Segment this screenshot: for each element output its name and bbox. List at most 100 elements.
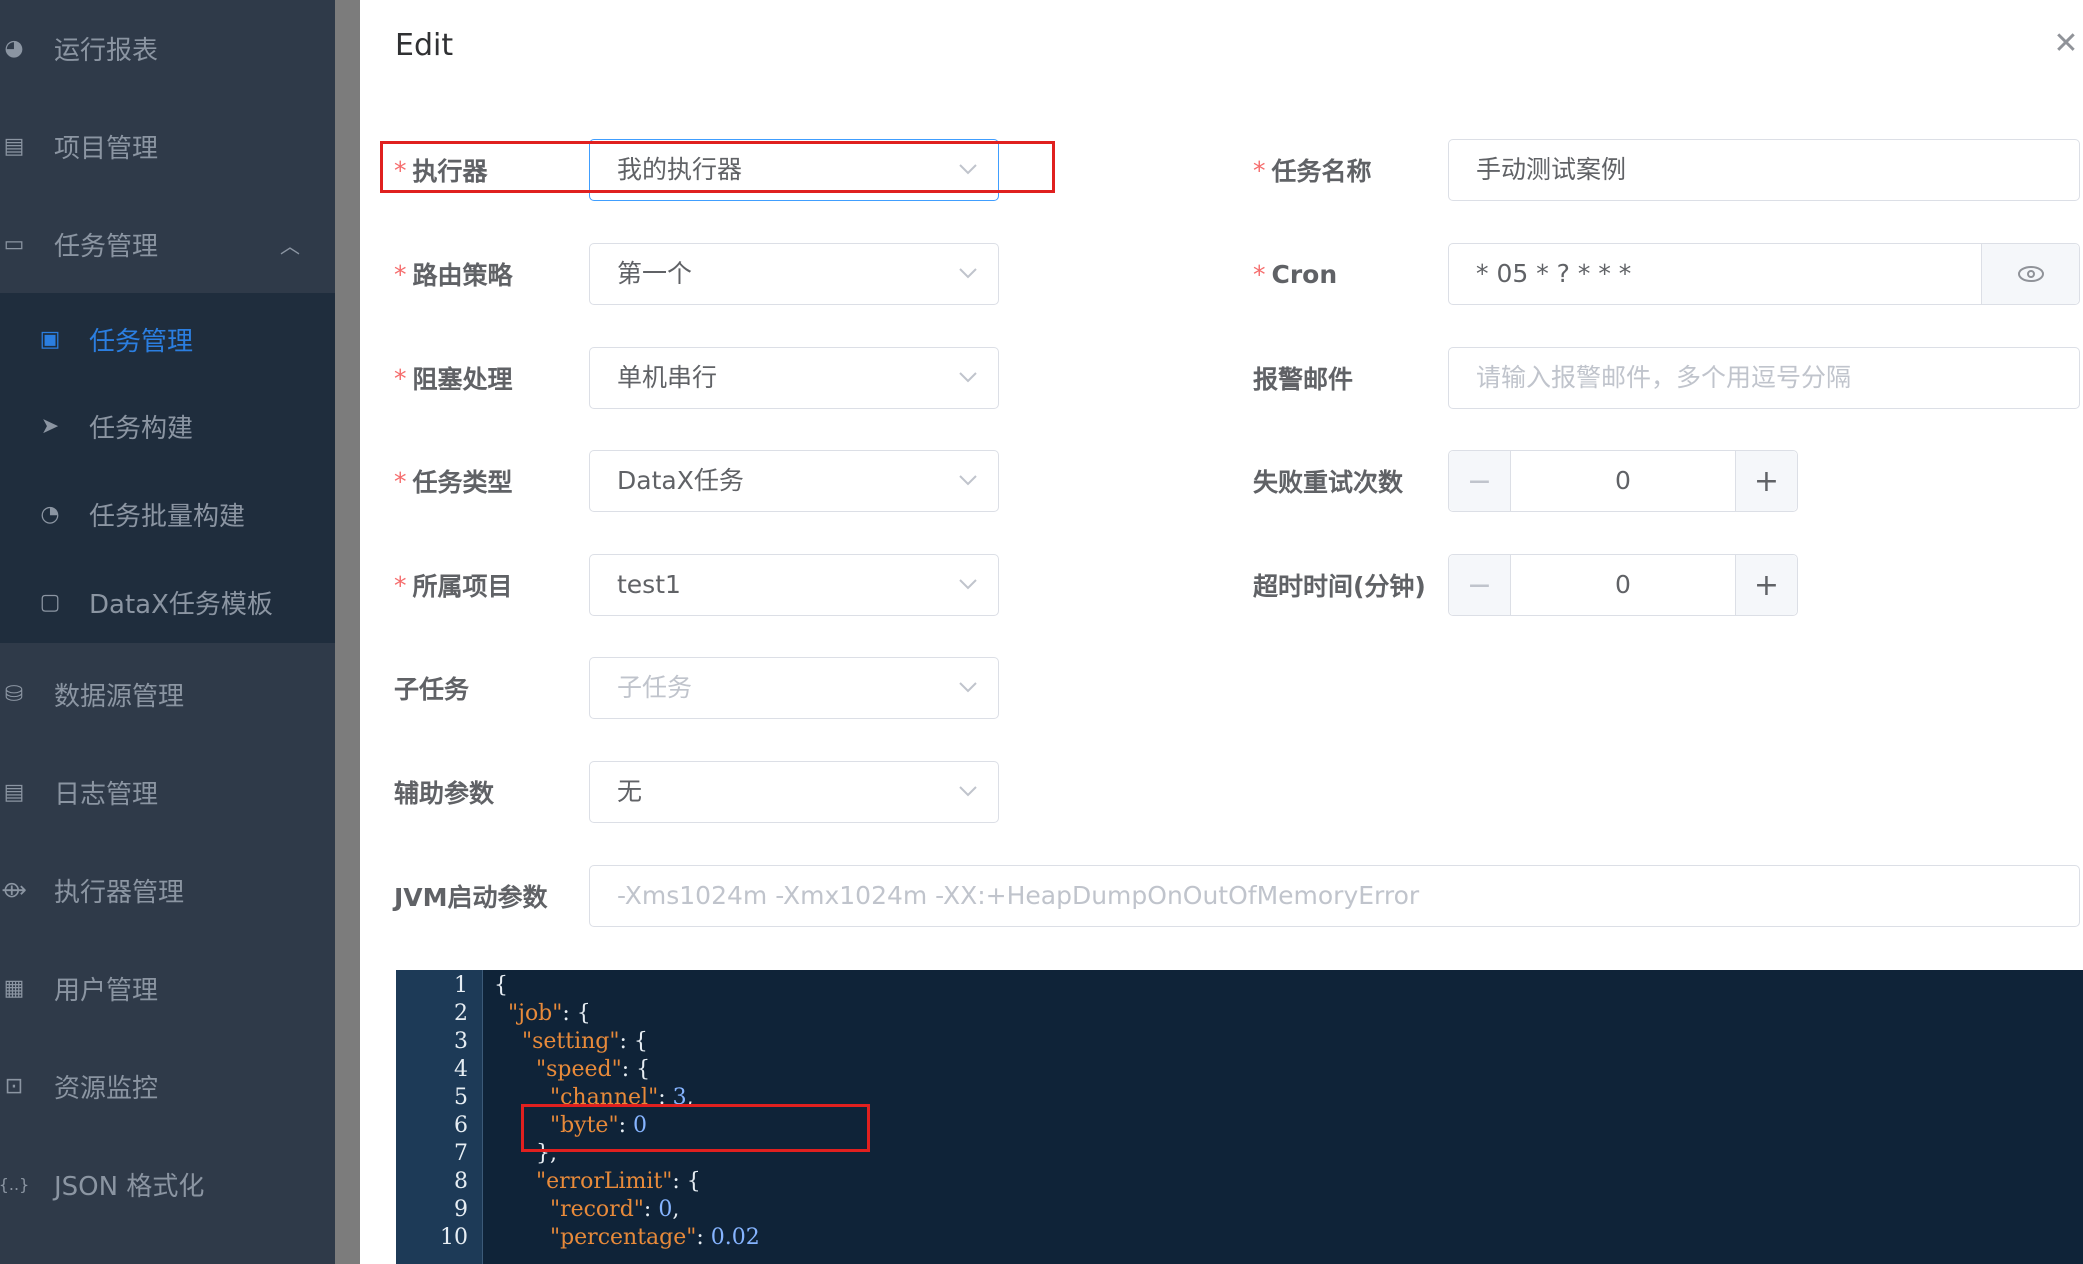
submenu-item-batch-build[interactable]: ◔ 任务批量构建 bbox=[0, 484, 335, 544]
project-select[interactable]: test1 bbox=[589, 554, 999, 616]
line-number: 7 bbox=[454, 1141, 468, 1166]
table-icon: ▦ bbox=[3, 975, 25, 1001]
task-name-input[interactable]: 手动测试案例 bbox=[1448, 139, 2080, 201]
alarm-email-label: 报警邮件 bbox=[1253, 365, 1354, 394]
jvm-params-placeholder: -Xms1024m -Xmx1024m -XX:+HeapDumpOnOutOf… bbox=[617, 881, 1420, 910]
retry-count-label: 失败重试次数 bbox=[1253, 468, 1404, 497]
line-number: 8 bbox=[454, 1169, 468, 1194]
code-line: "setting": { bbox=[494, 1028, 648, 1056]
json-icon: {..} bbox=[0, 1174, 30, 1194]
line-number: 10 bbox=[440, 1225, 468, 1250]
increment-button[interactable]: + bbox=[1735, 555, 1797, 615]
block-select[interactable]: 单机串行 bbox=[589, 347, 999, 409]
route-label-text: 路由策略 bbox=[412, 261, 513, 290]
sidebar-item-executors[interactable]: ⟴ 执行器管理 bbox=[0, 860, 335, 920]
block-value: 单机串行 bbox=[617, 363, 718, 392]
json-punct: : { bbox=[672, 1169, 701, 1194]
json-key: "record" bbox=[549, 1197, 644, 1222]
code-line: "errorLimit": { bbox=[494, 1168, 701, 1196]
json-key: "speed" bbox=[535, 1057, 622, 1082]
line-number: 9 bbox=[454, 1197, 468, 1222]
type-label-text: 任务类型 bbox=[412, 468, 513, 497]
retry-count-stepper[interactable]: − 0 + bbox=[1448, 450, 1798, 512]
monitor-resource-icon: ⊡ bbox=[4, 1073, 24, 1099]
sidebar-item-json[interactable]: {..} JSON 格式化 bbox=[0, 1154, 335, 1214]
task-name-label: * 任务名称 bbox=[1253, 139, 1372, 201]
alarm-email-placeholder: 请输入报警邮件，多个用逗号分隔 bbox=[1476, 363, 1852, 392]
line-number: 2 bbox=[454, 1001, 468, 1026]
sidebar-item-label: 用户管理 bbox=[54, 975, 159, 1006]
line-number: 6 bbox=[454, 1113, 468, 1138]
executor-icon: ⟴ bbox=[1, 877, 27, 903]
sidebar-item-projects[interactable]: ▤ 项目管理 bbox=[0, 116, 335, 176]
decrement-button[interactable]: − bbox=[1449, 451, 1511, 511]
json-key: "job" bbox=[508, 1001, 563, 1026]
decrement-button[interactable]: − bbox=[1449, 555, 1511, 615]
timeout-value: 0 bbox=[1615, 570, 1631, 599]
aux-param-label: 辅助参数 bbox=[394, 779, 495, 808]
block-label-text: 阻塞处理 bbox=[412, 365, 513, 394]
sidebar-item-tasks[interactable]: ▭ 任务管理 ︿ bbox=[0, 214, 335, 274]
cron-label: * Cron bbox=[1253, 243, 1337, 305]
line-number: 5 bbox=[454, 1085, 468, 1110]
sidebar-item-label: 运行报表 bbox=[54, 35, 159, 66]
sidebar-item-logs[interactable]: ▤ 日志管理 bbox=[0, 762, 335, 822]
aux-param-select[interactable]: 无 bbox=[589, 761, 999, 823]
timeout-stepper[interactable]: − 0 + bbox=[1448, 554, 1798, 616]
submenu-item-datax-template[interactable]: ▢ DataX任务模板 bbox=[0, 572, 335, 632]
highlight-box-byte bbox=[521, 1104, 870, 1152]
line-number: 4 bbox=[454, 1057, 468, 1082]
submenu-item-task-manage[interactable]: ▣ 任务管理 bbox=[0, 309, 335, 369]
eye-icon bbox=[2017, 266, 2044, 282]
submenu-item-label: DataX任务模板 bbox=[89, 589, 273, 620]
gutter-divider bbox=[482, 970, 483, 1264]
jvm-params-input[interactable]: -Xms1024m -Xmx1024m -XX:+HeapDumpOnOutOf… bbox=[589, 865, 2080, 927]
cron-toggle-button[interactable] bbox=[1981, 244, 2079, 304]
route-label: * 路由策略 bbox=[394, 243, 513, 305]
sidebar-item-label: 数据源管理 bbox=[54, 681, 185, 712]
alarm-email-input[interactable]: 请输入报警邮件，多个用逗号分隔 bbox=[1448, 347, 2080, 409]
type-label: * 任务类型 bbox=[394, 450, 513, 512]
required-mark: * bbox=[1253, 155, 1266, 185]
sidebar-item-label: 执行器管理 bbox=[54, 877, 185, 908]
timeout-label: 超时时间(分钟) bbox=[1253, 572, 1426, 601]
json-punct: : bbox=[643, 1197, 659, 1222]
type-select[interactable]: DataX任务 bbox=[589, 450, 999, 512]
submenu-item-task-build[interactable]: ➤ 任务构建 bbox=[0, 396, 335, 456]
cron-label-text: Cron bbox=[1271, 259, 1338, 289]
chevron-down-icon bbox=[959, 579, 977, 590]
json-value: 0 bbox=[658, 1197, 673, 1222]
sidebar-item-label: 任务管理 bbox=[54, 231, 159, 262]
required-mark: * bbox=[1253, 259, 1266, 289]
modal-overlay bbox=[335, 0, 360, 1264]
json-punct: { bbox=[494, 973, 508, 998]
submenu-item-label: 任务构建 bbox=[89, 413, 194, 444]
sidebar-item-report[interactable]: ◕ 运行报表 bbox=[0, 18, 335, 78]
sidebar: ◕ 运行报表 ▤ 项目管理 ▭ 任务管理 ︿ ▣ 任务管理 ➤ 任务构建 ◔ 任… bbox=[0, 0, 335, 1264]
json-punct: : { bbox=[621, 1057, 651, 1082]
folder-icon: ▤ bbox=[3, 133, 25, 159]
sidebar-item-resources[interactable]: ⊡ 资源监控 bbox=[0, 1056, 335, 1116]
project-label: * 所属项目 bbox=[394, 554, 513, 616]
route-value: 第一个 bbox=[617, 259, 693, 288]
close-icon[interactable]: ✕ bbox=[2050, 28, 2082, 60]
block-label: * 阻塞处理 bbox=[394, 347, 513, 409]
dashboard-icon: ◕ bbox=[4, 35, 24, 61]
gauge-icon: ◔ bbox=[40, 501, 60, 527]
route-select[interactable]: 第一个 bbox=[589, 243, 999, 305]
type-value: DataX任务 bbox=[617, 466, 744, 495]
cron-input[interactable]: * 05 * ? * * * bbox=[1448, 243, 2080, 305]
sidebar-item-label: JSON 格式化 bbox=[54, 1171, 205, 1202]
code-line: { bbox=[494, 972, 508, 1000]
child-task-select[interactable]: 子任务 bbox=[589, 657, 999, 719]
submenu-item-label: 任务批量构建 bbox=[89, 501, 246, 532]
json-punct: : { bbox=[619, 1029, 648, 1054]
chevron-down-icon bbox=[959, 786, 977, 797]
sidebar-item-datasource[interactable]: ⛁ 数据源管理 bbox=[0, 664, 335, 724]
sidebar-item-label: 资源监控 bbox=[54, 1073, 159, 1104]
sidebar-item-users[interactable]: ▦ 用户管理 bbox=[0, 958, 335, 1018]
increment-button[interactable]: + bbox=[1735, 451, 1797, 511]
